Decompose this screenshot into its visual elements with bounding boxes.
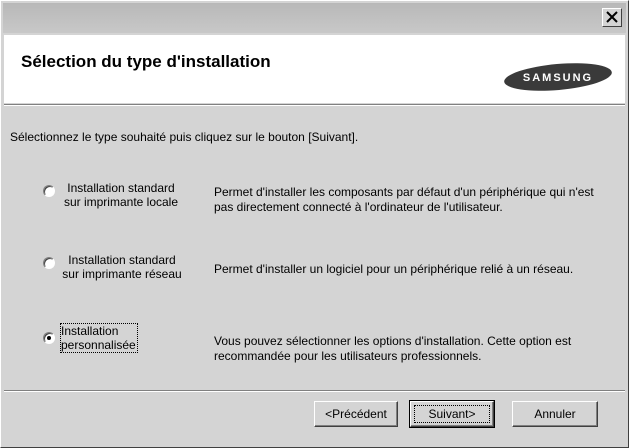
option-local-description: Permet d'installer les composants par dé…	[214, 185, 594, 214]
footer-divider	[4, 390, 625, 392]
logo-text: SAMSUNG	[523, 72, 593, 84]
close-button[interactable]	[602, 8, 622, 27]
radio-network[interactable]	[43, 257, 55, 269]
radio-local[interactable]	[43, 185, 55, 197]
option-network-description: Permet d'installer un logiciel pour un p…	[214, 262, 574, 276]
title-bar[interactable]	[3, 3, 626, 33]
option-custom-description: Vous pouvez sélectionner les options d'i…	[214, 334, 572, 363]
option-local-label[interactable]: Installation standard sur imprimante loc…	[61, 181, 191, 209]
installer-dialog: Sélection du type d'installation SAMSUNG…	[0, 0, 629, 448]
samsung-logo: SAMSUNG	[503, 62, 613, 92]
page-title: Sélection du type d'installation	[21, 52, 271, 71]
radio-custom[interactable]	[43, 332, 55, 344]
cancel-button[interactable]: Annuler	[512, 401, 598, 427]
next-button[interactable]: Suivant>	[409, 400, 495, 428]
close-icon	[606, 11, 618, 23]
header-divider	[4, 104, 625, 106]
instruction-text: Sélectionnez le type souhaité puis cliqu…	[10, 130, 359, 144]
previous-button[interactable]: <Précédent	[314, 401, 398, 427]
option-custom-label[interactable]: Installation personnalisée	[60, 323, 138, 353]
header-panel: Sélection du type d'installation SAMSUNG	[4, 35, 625, 103]
option-network-label[interactable]: Installation standard sur imprimante rés…	[61, 253, 191, 281]
